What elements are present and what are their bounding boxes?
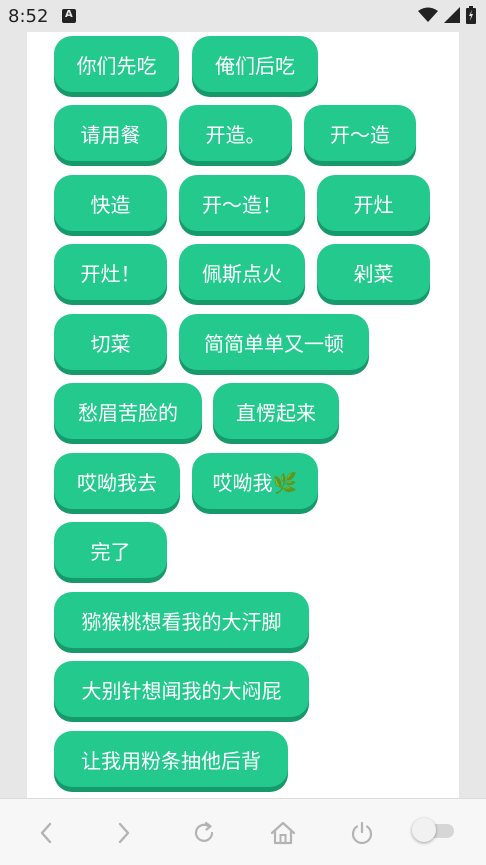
phrase-button[interactable]: 你们先吃 [54,36,179,92]
phrase-button[interactable]: 俺们后吃 [192,36,318,92]
phrase-button[interactable]: 快造 [54,175,167,231]
back-button[interactable] [30,817,62,849]
phrase-button[interactable]: 开～造！ [179,175,305,231]
wifi-icon [418,7,438,22]
phrase-button[interactable]: 哎呦我🌿 [192,453,318,509]
power-icon [351,821,373,845]
refresh-icon [194,821,214,842]
phrase-button[interactable]: 开灶 [317,175,430,231]
status-bar: 8:52 [0,0,486,32]
power-button[interactable] [346,817,378,849]
button-list: 你们先吃 俺们后吃 请用餐 开造。 开～造 快造 开～造！ 开灶 开灶！ 佩斯点… [27,32,459,798]
phrase-button[interactable]: 切菜 [54,314,167,370]
status-time: 8:52 [8,6,49,27]
forward-button[interactable] [108,817,140,849]
phrase-button[interactable]: 开灶！ [54,244,167,300]
phrase-button[interactable]: 大别针想闻我的大闷屁 [54,661,309,717]
status-icons [418,6,476,24]
home-button[interactable] [267,817,299,849]
phrase-button[interactable]: 剁菜 [317,244,430,300]
phrase-button[interactable]: 开造。 [179,105,292,161]
battery-icon [466,6,476,24]
phrase-button[interactable]: 猕猴桃想看我的大汗脚 [54,592,309,648]
phrase-button[interactable]: 完了 [54,522,167,578]
toggle-knob [412,818,436,842]
phrase-button[interactable]: 佩斯点火 [179,244,305,300]
phrase-button[interactable]: 让我用粉条抽他后背 [54,731,288,787]
home-icon [270,821,296,845]
notification-icon [62,9,76,23]
phrase-button[interactable]: 简简单单又一顿 [179,314,369,370]
refresh-button[interactable] [188,817,220,849]
signal-icon [444,7,460,23]
phrase-button[interactable]: 请用餐 [54,105,167,161]
bottom-toolbar [0,798,486,865]
phrase-button[interactable]: 直愣起来 [213,383,339,439]
back-arrow-icon [40,822,52,844]
phrase-button[interactable]: 开～造 [304,105,416,161]
phrase-button[interactable]: 愁眉苦脸的 [54,383,202,439]
phrase-button[interactable]: 哎呦我去 [54,453,180,509]
forward-arrow-icon [118,822,130,844]
toggle-switch[interactable] [412,817,456,843]
